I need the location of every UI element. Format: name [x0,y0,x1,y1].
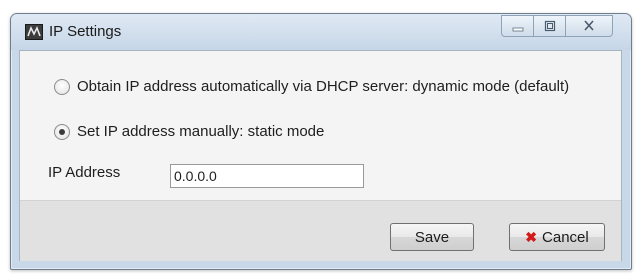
static-radio[interactable] [54,123,70,140]
static-option-label: Set IP address manually: static mode [77,123,325,140]
ip-address-label: IP Address [48,164,121,181]
x-icon: ✖ [525,228,538,245]
save-button[interactable]: Save [390,223,474,251]
minimize-icon [512,27,523,32]
maximize-button[interactable] [533,15,566,37]
static-option[interactable]: Set IP address manually: static mode [54,123,324,140]
ip-address-input[interactable] [170,164,364,188]
close-icon [584,20,594,31]
cancel-button-label: Cancel [542,228,589,246]
dialog-body: Obtain IP address automatically via DHCP… [19,50,622,261]
maximize-icon [544,20,555,32]
dhcp-radio[interactable] [54,78,70,95]
cancel-button[interactable]: ✖ Cancel [509,223,605,251]
dhcp-option[interactable]: Obtain IP address automatically via DHCP… [54,78,569,95]
title-bar[interactable]: IP Settings [11,14,631,50]
window-title: IP Settings [49,23,122,40]
network-app-icon [25,24,43,40]
minimize-button[interactable] [501,15,534,37]
button-bar: Save ✖ Cancel [20,200,621,261]
dhcp-option-label: Obtain IP address automatically via DHCP… [77,78,570,95]
save-button-label: Save [414,228,450,246]
ip-settings-dialog: IP Settings Obtain IP address automatica… [10,13,632,270]
close-button[interactable] [565,15,613,37]
